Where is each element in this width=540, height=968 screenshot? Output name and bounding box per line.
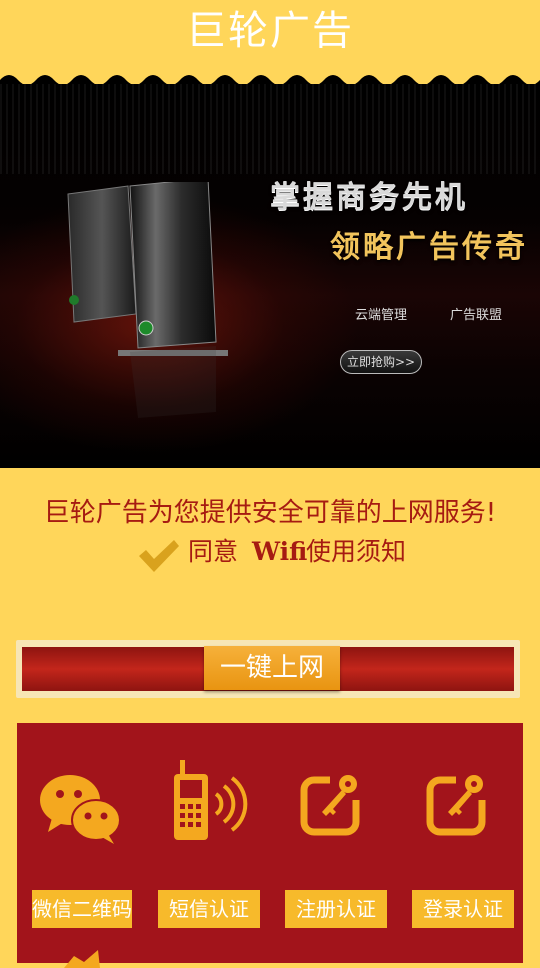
agreement-prefix: 同意	[188, 537, 239, 566]
one-key-connect-button[interactable]: 一键上网	[204, 646, 340, 690]
buy-now-button[interactable]: 立即抢购>>	[340, 350, 422, 374]
banner-headline-1: 掌握商务先机	[270, 180, 468, 215]
page-title: 巨轮广告	[186, 8, 354, 54]
router-image	[67, 182, 228, 418]
more-icon[interactable]	[62, 948, 102, 968]
wechat-qr-button[interactable]: 微信二维码	[32, 890, 132, 928]
agreement-terms-link[interactable]: 使用须知	[306, 534, 406, 570]
key-edit-icon[interactable]	[300, 770, 366, 836]
check-icon[interactable]	[136, 538, 180, 574]
key-edit-icon[interactable]	[426, 770, 492, 836]
banner-link-cloud[interactable]: 云端管理	[355, 304, 407, 323]
banner-link-alliance[interactable]: 广告联盟	[450, 304, 502, 323]
sms-auth-button[interactable]: 短信认证	[158, 890, 260, 928]
login-auth-button[interactable]: 登录认证	[412, 890, 514, 928]
header-bar: 巨轮广告	[0, 0, 540, 88]
register-auth-button[interactable]: 注册认证	[285, 890, 387, 928]
promo-banner[interactable]: 掌握商务先机 领略广告传奇 云端管理 广告联盟 立即抢购>>	[0, 84, 540, 468]
banner-headline-2: 领略广告传奇	[330, 230, 528, 265]
wechat-icon[interactable]	[38, 772, 122, 844]
service-description: 巨轮广告为您提供安全可靠的上网服务!	[43, 498, 497, 528]
phone-signal-icon[interactable]	[168, 760, 250, 842]
agreement-wifi[interactable]: Wifi	[252, 534, 307, 570]
